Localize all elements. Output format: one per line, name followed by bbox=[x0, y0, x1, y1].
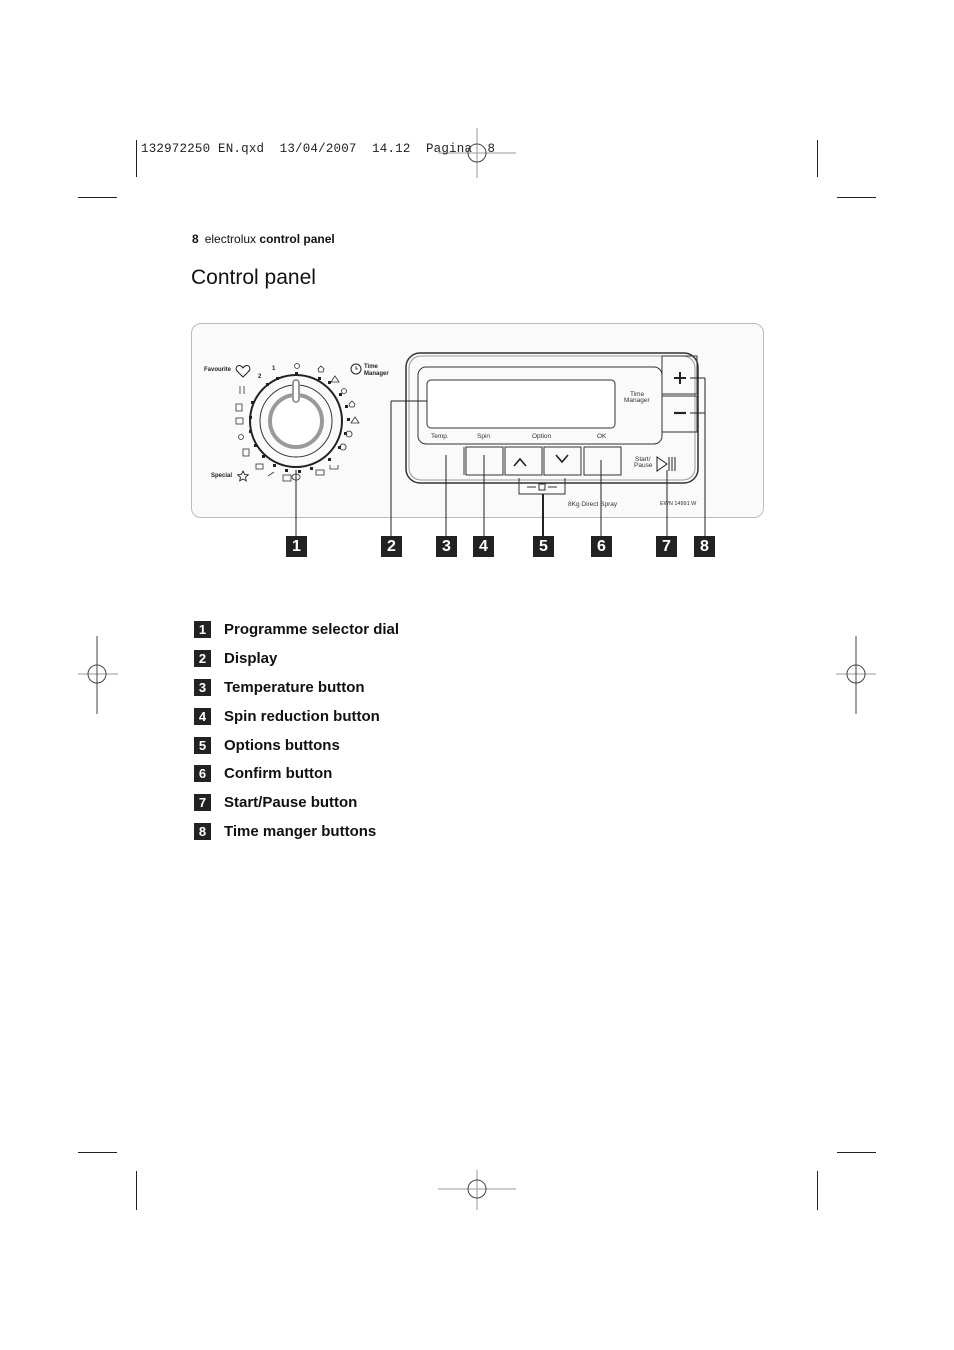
control-panel-drawing bbox=[235, 352, 706, 536]
time-plus-button[interactable] bbox=[662, 356, 697, 394]
callout-5: 5 bbox=[533, 536, 554, 557]
dial-label-favourite: Favourite bbox=[204, 367, 232, 373]
legend-list: 1 Programme selector dial 2 Display 3 Tempe… bbox=[194, 615, 399, 846]
legend-label: Programme selector dial bbox=[224, 620, 400, 638]
temp-button-label: Temp. bbox=[431, 433, 449, 440]
ok-button[interactable] bbox=[584, 447, 621, 475]
legend-item: 3 Temperature button bbox=[194, 673, 399, 702]
legend-number: 8 bbox=[194, 823, 211, 841]
callout-6: 6 bbox=[591, 536, 612, 557]
crop-mark-bottom-left-v bbox=[136, 1171, 137, 1210]
option-down-button[interactable] bbox=[544, 447, 581, 475]
callout-3: 3 bbox=[436, 536, 457, 557]
legend-label: Spin reduction button bbox=[224, 707, 380, 725]
legend-number: 2 bbox=[194, 649, 211, 667]
registration-mark-right bbox=[836, 636, 876, 714]
legend-item: 7 Start/Pause button bbox=[194, 788, 399, 817]
callout-4: 4 bbox=[473, 536, 494, 557]
crop-mark-bottom-right-v bbox=[817, 1171, 818, 1210]
legend-number: 5 bbox=[194, 736, 211, 754]
legend-number: 7 bbox=[194, 794, 211, 812]
spin-button[interactable] bbox=[466, 447, 503, 475]
display-label-time-2: Manager bbox=[624, 397, 650, 404]
model-text: 8Kg Direct Spray bbox=[568, 501, 618, 508]
legend-item: 4 Spin reduction button bbox=[194, 702, 399, 731]
time-minus-button[interactable] bbox=[662, 396, 697, 432]
callout-8: 8 bbox=[694, 536, 715, 557]
callout-1: 1 bbox=[286, 536, 307, 557]
model-code: EWN 14991 W bbox=[660, 501, 697, 507]
temp-button[interactable] bbox=[410, 447, 464, 475]
heart-icon bbox=[235, 365, 251, 378]
legend-label: Temperature button bbox=[224, 678, 365, 696]
legend-item: 6 Confirm button bbox=[194, 759, 399, 788]
registration-mark-bottom bbox=[438, 1170, 516, 1210]
legend-item: 8 Time manger buttons bbox=[194, 817, 399, 846]
start-pause-button[interactable] bbox=[623, 447, 695, 477]
legend-item: 2 Display bbox=[194, 644, 399, 673]
legend-number: 3 bbox=[194, 678, 211, 696]
programme-selector-dial[interactable] bbox=[235, 363, 362, 482]
legend-label: Start/Pause button bbox=[224, 794, 358, 812]
option-button-label: Option bbox=[532, 433, 552, 440]
spin-button-label: Spin bbox=[477, 433, 491, 440]
callout-7: 7 bbox=[656, 536, 677, 557]
legend-number: 6 bbox=[194, 765, 211, 783]
legend-label: Display bbox=[224, 649, 278, 667]
ok-button-label: OK bbox=[597, 433, 607, 440]
star-icon bbox=[236, 469, 250, 482]
crop-mark-bottom-right-h bbox=[837, 1152, 876, 1153]
dial-position-2: 2 bbox=[258, 374, 262, 380]
callout-2: 2 bbox=[381, 536, 402, 557]
legend-number: 4 bbox=[194, 707, 211, 725]
dial-position-1: 1 bbox=[272, 366, 276, 372]
registration-mark-left bbox=[78, 636, 118, 714]
dial-label-time-manager-1: Time bbox=[364, 364, 378, 370]
legend-item: 5 Options buttons bbox=[194, 731, 399, 760]
legend-label: Options buttons bbox=[224, 736, 340, 754]
legend-label: Time manger buttons bbox=[224, 823, 377, 841]
dial-label-time-manager-2: Manager bbox=[364, 371, 389, 377]
crop-mark-bottom-left-h bbox=[78, 1152, 117, 1153]
legend-number: 1 bbox=[194, 620, 211, 638]
display-screen bbox=[426, 379, 616, 429]
dial-label-special: Special bbox=[211, 473, 233, 479]
legend-item: 1 Programme selector dial bbox=[194, 615, 399, 644]
legend-label: Confirm button bbox=[224, 765, 333, 783]
option-up-button[interactable] bbox=[505, 447, 542, 475]
